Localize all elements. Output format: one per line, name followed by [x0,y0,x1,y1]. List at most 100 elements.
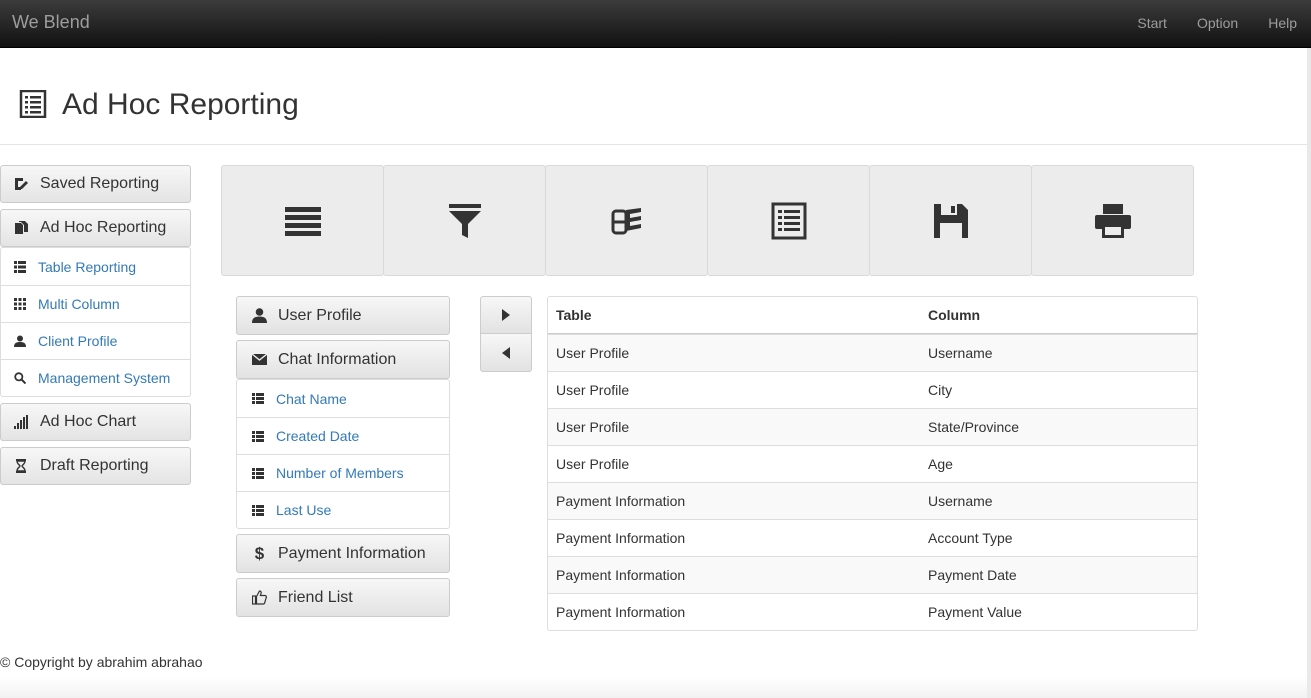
field-item-last-use[interactable]: Last Use [237,491,449,528]
report-toolbar [221,165,1198,276]
table-row[interactable]: User Profile Age [548,445,1197,482]
table-cell: Payment Value [928,604,1022,620]
sidebar-item-table-reporting[interactable]: Table Reporting [1,248,190,285]
th-list-icon [252,393,264,404]
brand-logo[interactable]: We Blend [12,12,90,33]
footer-copyright: © Copyright by abrahim abrahao [0,654,203,670]
toolbar-save-button[interactable] [869,165,1032,276]
page-title: Ad Hoc Reporting [62,88,299,121]
triangle-left-icon [502,346,510,359]
table-row[interactable]: Payment Information Username [548,482,1197,519]
nav-option-link[interactable]: Option [1182,0,1253,48]
user-profile-button[interactable]: User Profile [236,296,450,335]
toolbar-report-button[interactable] [707,165,870,276]
thumbs-up-icon [252,590,267,605]
table-cell: Payment Information [556,493,686,509]
sidebar: Saved Reporting Ad Hoc Reporting Table R… [0,165,191,491]
sidebar-item-multi-column[interactable]: Multi Column [1,285,190,322]
table-row[interactable]: Payment Information Payment Value [548,593,1197,630]
table-row[interactable]: Payment Information Account Type [548,519,1197,556]
toolbar-list-button[interactable] [221,165,384,276]
sidebar-item-client-profile[interactable]: Client Profile [1,322,190,359]
toolbar-database-button[interactable] [545,165,708,276]
th-list-icon [252,504,264,516]
field-item-label: Last Use [276,502,332,518]
move-left-button[interactable] [480,334,532,372]
signal-chart-icon [14,415,28,429]
field-item-chat-name[interactable]: Chat Name [237,380,449,417]
dollar-icon: $ [254,544,265,563]
top-navbar: We Blend Start Option Help [0,0,1311,48]
user-profile-label: User Profile [278,306,362,324]
field-item-label: Chat Name [276,390,347,407]
table-row[interactable]: Payment Information Payment Date [548,556,1197,593]
th-list-icon [252,430,264,442]
chat-information-label: Chat Information [278,350,397,368]
nav-start-link[interactable]: Start [1122,0,1182,48]
table-cell: Payment Information [556,567,686,583]
saved-reporting-button[interactable]: Saved Reporting [0,165,191,203]
user-icon [14,335,26,347]
draft-reporting-label: Draft Reporting [40,457,149,474]
adhoc-reporting-submenu: Table Reporting Multi Column Client Prof… [0,247,191,397]
adhoc-chart-label: Ad Hoc Chart [40,413,137,430]
payment-information-button[interactable]: $ Payment Information [236,534,450,573]
table-cell: Username [928,345,993,361]
table-cell: Account Type [928,530,1013,546]
files-icon [15,221,28,234]
table-cell: User Profile [556,456,630,472]
adhoc-chart-button[interactable]: Ad Hoc Chart [0,403,191,441]
table-header-column: Column [928,307,981,323]
table-cell: Payment Information [556,604,686,620]
table-cell: Payment Date [928,567,1017,583]
field-item-number-of-members[interactable]: Number of Members [237,454,449,491]
table-row[interactable]: User Profile City [548,371,1197,408]
triangle-right-icon [502,309,510,321]
database-icon [611,207,641,234]
table-row[interactable]: User Profile Username [548,334,1197,371]
table-cell: Username [928,493,993,509]
print-icon [1094,203,1131,238]
table-header-table: Table [556,307,592,323]
report-icon [771,202,806,239]
field-item-label: Number of Members [276,465,404,481]
user-icon [252,308,267,323]
friend-list-label: Friend List [278,588,353,606]
search-icon [14,372,26,384]
field-item-created-date[interactable]: Created Date [237,417,449,454]
chat-information-button[interactable]: Chat Information [236,340,450,379]
table-cell: Payment Information [556,530,686,546]
nav-help-link[interactable]: Help [1253,0,1311,48]
sidebar-item-management-system[interactable]: Management System [1,359,190,396]
th-list-icon [252,467,264,479]
table-cell: User Profile [556,345,630,361]
adhoc-reporting-label: Ad Hoc Reporting [40,219,167,236]
saved-reporting-label: Saved Reporting [40,175,160,192]
table-header-row: Table Column [548,297,1197,334]
table-row[interactable]: User Profile State/Province [548,408,1197,445]
payment-information-label: Payment Information [278,544,426,562]
page-scrollbar[interactable] [1307,48,1311,698]
footer-shade [0,676,1311,698]
sidebar-item-label: Client Profile [38,333,118,349]
adhoc-reporting-button[interactable]: Ad Hoc Reporting [0,209,191,247]
report-list-icon [19,90,47,118]
selected-columns-table: Table Column User Profile Username User … [547,296,1198,631]
table-cell: Age [928,456,953,472]
draft-reporting-button[interactable]: Draft Reporting [0,447,191,485]
grid-icon [14,298,26,310]
edit-icon [15,178,28,190]
th-list-icon [14,260,26,273]
chat-information-list: Chat Name Created Date Number of Members [236,379,450,529]
save-icon [933,203,968,238]
filter-icon [448,203,481,238]
sidebar-item-label: Multi Column [38,296,120,312]
table-cell: User Profile [556,419,630,435]
friend-list-button[interactable]: Friend List [236,578,450,617]
table-cell: State/Province [928,419,1020,435]
move-right-button[interactable] [480,296,532,334]
toolbar-print-button[interactable] [1031,165,1194,276]
table-cell: User Profile [556,382,630,398]
toolbar-filter-button[interactable] [383,165,546,276]
field-panel: User Profile Chat Information Chat Name … [236,296,450,622]
